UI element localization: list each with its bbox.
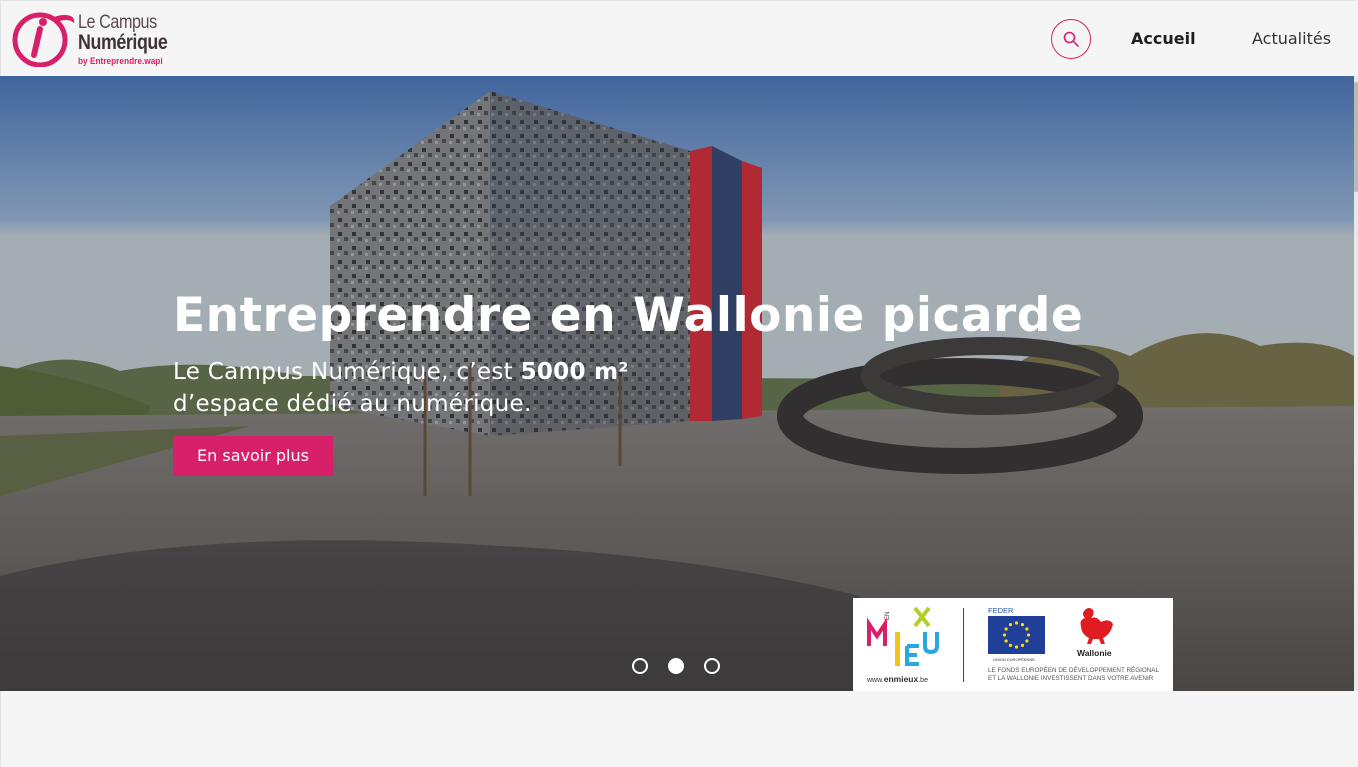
content-section [0, 691, 1358, 767]
enmieux-url: www.enmieux.be [867, 674, 928, 684]
scrollbar-thumb[interactable] [1354, 82, 1358, 192]
ue-label: UNION EUROPÉENNE [993, 657, 1036, 662]
enmieux-url-bold: enmieux [883, 674, 919, 684]
nav-link-accueil[interactable]: Accueil [1131, 29, 1196, 49]
site-logo[interactable]: Le Campus Numérique by Entreprendre.wapi [10, 10, 170, 70]
hero-title: Entreprendre en Wallonie picarde [173, 288, 1084, 343]
fonds-line-1: LE FONDS EUROPÉEN DE DÉVELOPPEMENT RÉGIO… [988, 667, 1159, 674]
fonds-text: LE FONDS EUROPÉEN DE DÉVELOPPEMENT RÉGIO… [988, 667, 1170, 683]
search-icon [1063, 31, 1079, 47]
carousel-dot-3[interactable] [704, 658, 720, 674]
site-header: Le Campus Numérique by Entreprendre.wapi… [0, 0, 1356, 76]
hero-carousel: Entreprendre en Wallonie picarde Le Camp… [0, 76, 1354, 691]
hero-subtitle: Le Campus Numérique, c’est 5000 m² d’espa… [173, 356, 713, 420]
page-scrollbar[interactable] [1354, 76, 1358, 691]
logo-line-3: by Entreprendre.wapi [78, 56, 163, 66]
funding-divider [963, 608, 964, 682]
carousel-indicators [632, 658, 720, 674]
svg-text:EN: EN [885, 612, 891, 620]
logo-line-1: Le Campus [78, 12, 157, 33]
nav-link-actualites[interactable]: Actualités [1252, 29, 1331, 49]
carousel-dot-1[interactable] [632, 658, 648, 674]
search-button[interactable] [1051, 19, 1091, 59]
carousel-dot-2[interactable] [668, 658, 684, 674]
learn-more-button[interactable]: En savoir plus [173, 436, 333, 476]
funding-banner[interactable]: EN www.enmieux.be FEDER UNION EUROPÉENNE… [853, 598, 1173, 691]
enmieux-url-suffix: .be [918, 677, 928, 684]
hero-subtitle-pre: Le Campus Numérique, c’est [173, 359, 521, 385]
eu-flag-icon [988, 616, 1045, 654]
logo-line-2: Numérique [78, 31, 168, 54]
fonds-line-2: ET LA WALLONIE INVESTISSENT DANS VOTRE A… [988, 675, 1154, 682]
wallonie-rooster-icon [1080, 608, 1113, 644]
enmieux-logo-icon: EN [867, 606, 939, 666]
campus-logo-icon [12, 12, 75, 67]
hero-subtitle-bold: 5000 m² [520, 359, 629, 385]
wallonie-label: Wallonie [1077, 648, 1112, 658]
enmieux-url-prefix: www. [867, 677, 884, 684]
hero-subtitle-post: d’espace dédié au numérique. [173, 391, 532, 417]
feder-label: FEDER [988, 606, 1014, 615]
page: Le Campus Numérique by Entreprendre.wapi… [0, 0, 1358, 767]
